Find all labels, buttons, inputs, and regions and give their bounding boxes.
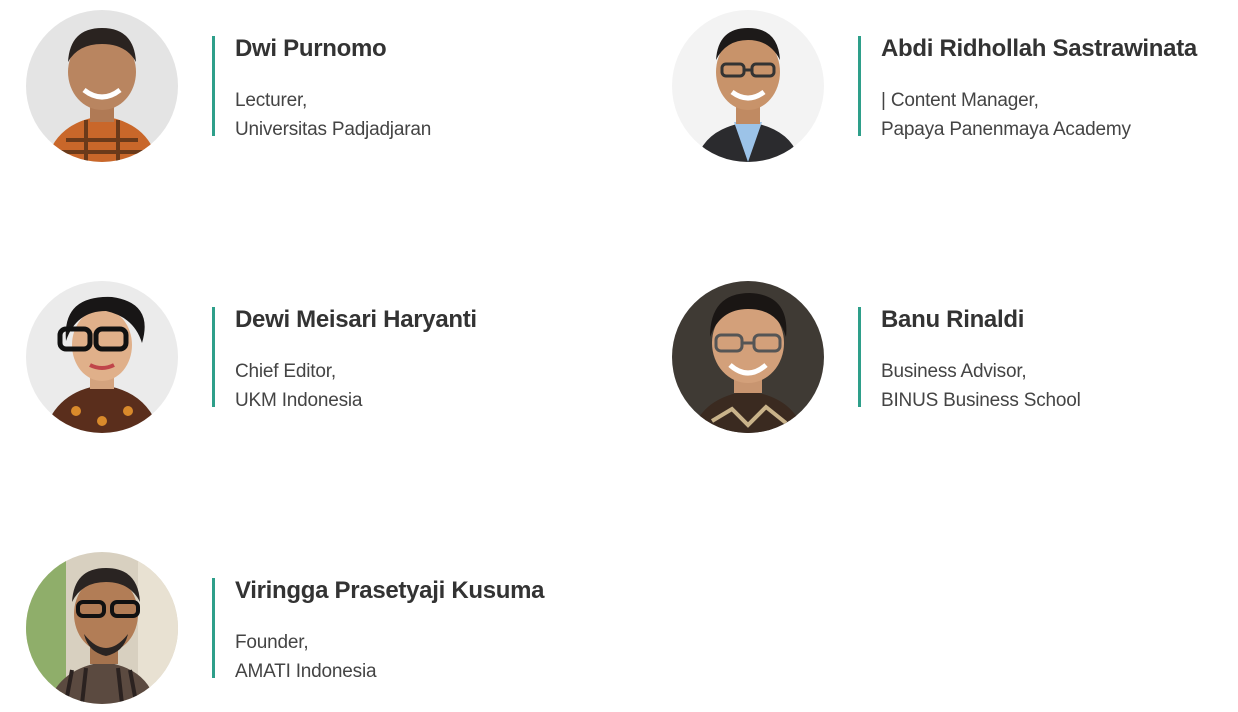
speaker-info: Dwi Purnomo Lecturer, Universitas Padjad… (212, 35, 612, 140)
speaker-photo (672, 10, 824, 162)
speaker-photo (672, 281, 824, 433)
person-photo-icon (26, 281, 178, 433)
speaker-card: Banu Rinaldi Business Advisor, BINUS Bus… (672, 281, 1238, 441)
speaker-name: Viringga Prasetyaji Kusuma (235, 577, 545, 604)
speaker-info: Abdi Ridhollah Sastrawinata | Content Ma… (858, 35, 1238, 140)
speaker-organization: BINUS Business School (881, 390, 1081, 411)
speaker-role: Founder, (235, 632, 309, 653)
speaker-name: Dwi Purnomo (235, 35, 387, 62)
speaker-organization: Universitas Padjadjaran (235, 119, 432, 140)
speaker-name: Dewi Meisari Haryanti (235, 306, 477, 333)
speaker-card: Viringga Prasetyaji Kusuma Founder, AMAT… (26, 552, 626, 712)
speaker-role: | Content Manager, (881, 90, 1039, 111)
speaker-role: Lecturer, (235, 90, 308, 111)
speaker-name: Banu Rinaldi (881, 306, 1025, 333)
speaker-info: Dewi Meisari Haryanti Chief Editor, UKM … (212, 306, 612, 411)
person-photo-icon (672, 10, 824, 162)
person-photo-icon (26, 10, 178, 162)
speaker-organization: UKM Indonesia (235, 390, 363, 411)
person-photo-icon (672, 281, 824, 433)
speaker-organization: AMATI Indonesia (235, 661, 377, 682)
speaker-role: Business Advisor, (881, 361, 1027, 382)
speaker-card: Abdi Ridhollah Sastrawinata | Content Ma… (672, 10, 1238, 170)
speaker-organization: Papaya Panenmaya Academy (881, 119, 1131, 140)
speaker-name: Abdi Ridhollah Sastrawinata (881, 35, 1197, 62)
speaker-info: Banu Rinaldi Business Advisor, BINUS Bus… (858, 306, 1238, 411)
person-photo-icon (26, 552, 178, 704)
speaker-card: Dwi Purnomo Lecturer, Universitas Padjad… (26, 10, 626, 170)
speaker-photo (26, 10, 178, 162)
speaker-photo (26, 552, 178, 704)
speaker-role: Chief Editor, (235, 361, 336, 382)
speaker-info: Viringga Prasetyaji Kusuma Founder, AMAT… (212, 577, 612, 682)
speaker-photo (26, 281, 178, 433)
speaker-card: Dewi Meisari Haryanti Chief Editor, UKM … (26, 281, 626, 441)
